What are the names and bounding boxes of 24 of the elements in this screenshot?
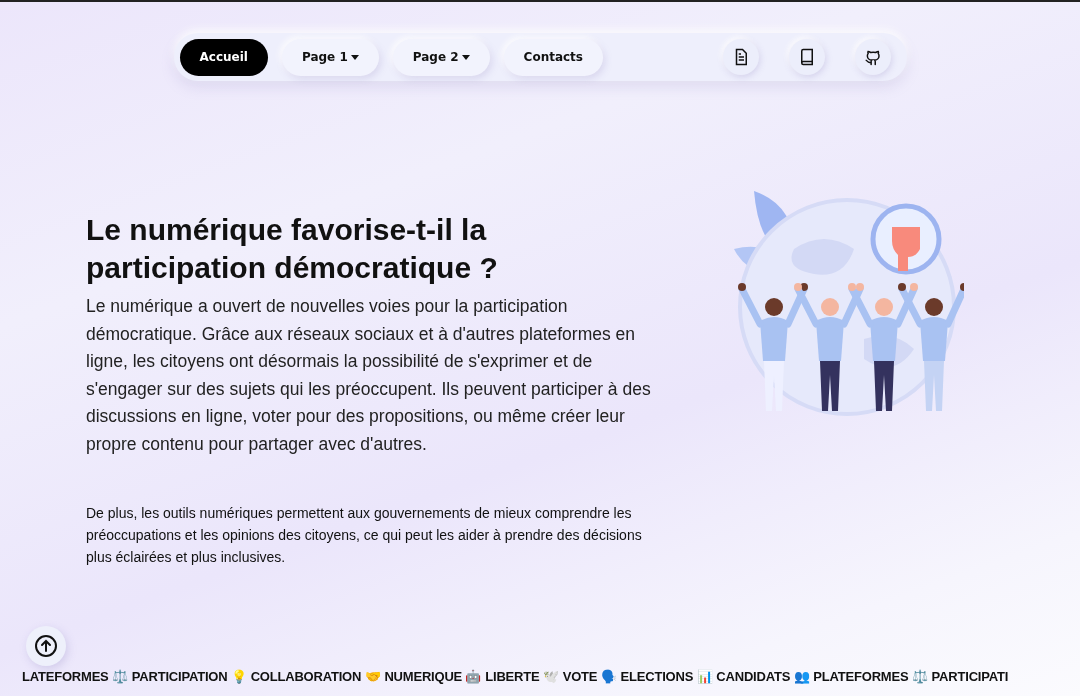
nav-tab[interactable]: Page 1: [281, 38, 379, 76]
caret-icon: [461, 54, 470, 60]
icon-button[interactable]: [854, 39, 891, 75]
cat-icon: [863, 48, 882, 66]
icon-button[interactable]: [788, 39, 825, 75]
marquee-word: LIBERTE 🕊: [485, 668, 559, 686]
marquee-word: PARTICIPATION 💡: [131, 668, 247, 686]
icon-button[interactable]: [722, 39, 759, 75]
marquee-word: VOTE 🗣: [562, 668, 617, 686]
nav-tab[interactable]: Contacts: [503, 38, 603, 76]
caret-icon: [350, 54, 359, 60]
nav-tab[interactable]: Page 2: [392, 38, 490, 76]
marquee-word: PARTICIPATI: [931, 668, 1009, 686]
marquee-word: PLATEFORMES ⚖: [813, 668, 928, 686]
marquee-word: COLLABORATION 🤝: [250, 668, 381, 686]
marquee-word: CANDIDATS 👥: [716, 668, 810, 686]
marquee-word: LATEFORMES ⚖: [22, 668, 128, 686]
intro-paragraph: Le numérique a ouvert de nouvelles voies pour la participation démocratique. Grâce aux réseaux sociaux et à d'autres plateformes en ligne, les citoyens ont désormais la possibilité de s'exprimer et de s'engager sur des sujets qui les préoccupent. Ils peuvent participer à des discussions en ligne, voter pour des propositions, ou même créer leur propre contenu pour partager avec d'autres.: [86, 295, 652, 456]
marquee-word: ELECTIONS 📊: [620, 668, 713, 686]
hero-title: Le numérique favorise-t-il la participation démocratique ?: [86, 212, 499, 286]
nav-tab[interactable]: Accueil: [179, 38, 268, 76]
marquee-word: NUMERIQUE 🤖: [384, 668, 482, 686]
detail-paragraph: De plus, les outils numériques permettent aux gouvernements de mieux comprendre les préoccupations et les opinions des citoyens, ce qui peut les aider à prendre des décisions plus éclairées et plus inclusives.: [86, 504, 643, 567]
scroll-top-button[interactable]: [26, 626, 66, 666]
